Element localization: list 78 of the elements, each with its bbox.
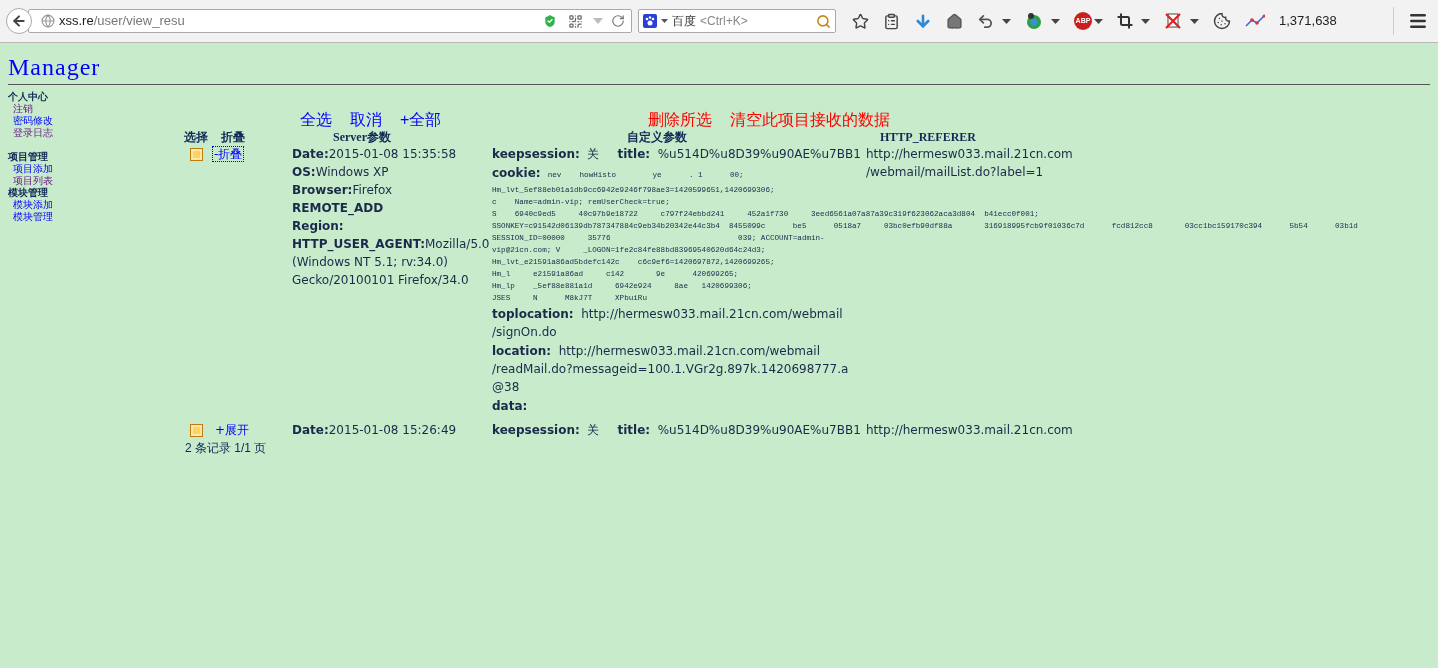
search-icon xyxy=(816,13,831,29)
column-header: 折叠 xyxy=(221,130,245,144)
toggle-link[interactable]: +展开 xyxy=(213,423,251,437)
dropdown-icon xyxy=(593,18,603,24)
custom-field: data: xyxy=(492,397,528,415)
custom-field: toplocation: http://hermesw033.mail.21cn.com/webmail xyxy=(492,305,843,323)
server-field: Date:2015-01-08 15:26:49 xyxy=(292,421,457,439)
referer-line: http://hermesw033.mail.21cn.com xyxy=(866,146,1073,163)
custom-field-line: @38 xyxy=(492,379,520,396)
sidebar-link[interactable]: 登录日志 xyxy=(13,127,53,138)
custom-field: keepsession: 关 xyxy=(492,145,600,163)
shield-icon xyxy=(542,13,558,29)
server-field-line: Gecko/20100101 Firefox/34.0 xyxy=(292,272,469,289)
referer-line: http://hermesw033.mail.21cn.com xyxy=(866,422,1073,439)
server-field: HTTP_USER_AGENT:Mozilla/5.0 xyxy=(292,235,490,253)
column-header: 选择 xyxy=(184,130,208,144)
sidebar-link[interactable]: 项目列表 xyxy=(13,175,53,186)
clipboard-icon[interactable] xyxy=(883,12,900,30)
field-label: cookie: xyxy=(492,165,541,182)
column-header: HTTP_REFERER xyxy=(880,130,976,144)
sidebar-heading: 个人中心 xyxy=(8,91,49,103)
column-header: Server参数 xyxy=(333,130,391,144)
caret-icon[interactable] xyxy=(1190,18,1199,24)
pagination-text: 2 条记录 1/1 页 xyxy=(184,440,268,457)
caret-icon[interactable] xyxy=(1002,18,1011,24)
sidebar-heading: 项目管理 xyxy=(8,151,49,163)
sidebar-heading: 模块管理 xyxy=(8,187,49,199)
back-button[interactable] xyxy=(6,8,32,34)
cookie-icon[interactable] xyxy=(1213,12,1231,30)
paw-icon xyxy=(643,14,657,28)
referer-line: /webmail/mailList.do?label=1 xyxy=(866,164,1044,181)
server-field: OS:Windows XP xyxy=(292,163,389,181)
caret-icon[interactable] xyxy=(1051,18,1060,24)
caret-icon[interactable] xyxy=(1141,18,1150,24)
custom-field: location: http://hermesw033.mail.21cn.com/webmail xyxy=(492,342,820,360)
checkbox[interactable] xyxy=(189,148,203,161)
chart-line-icon[interactable] xyxy=(1245,14,1265,28)
blocked-page-icon[interactable] xyxy=(1164,12,1182,30)
menu-icon[interactable] xyxy=(1408,11,1428,31)
checkbox[interactable] xyxy=(189,424,203,437)
server-field-line: (Windows NT 5.1; rv:34.0) xyxy=(292,254,448,271)
action-link[interactable]: +全部 xyxy=(400,111,442,129)
globe-icon[interactable] xyxy=(1025,12,1043,30)
toggle-link[interactable]: -折叠 xyxy=(213,147,244,161)
home-icon[interactable] xyxy=(946,12,963,30)
url-field[interactable]: xss.re/user/view_resu xyxy=(28,9,632,33)
server-field: Browser:Firefox xyxy=(292,181,393,199)
page-title: Manager xyxy=(8,53,102,81)
download-icon[interactable] xyxy=(914,12,932,30)
url-text: xss.re/user/view_resu xyxy=(59,12,185,31)
custom-field-line: /signOn.do xyxy=(492,324,557,341)
sidebar-link[interactable]: 项目添加 xyxy=(13,163,53,174)
sidebar-link[interactable]: 注销 xyxy=(13,103,33,114)
sidebar-link[interactable]: 密码修改 xyxy=(13,115,53,126)
reload-icon xyxy=(611,14,625,28)
search-engine-label: 百度 xyxy=(672,13,696,30)
sidebar-link[interactable]: 模块管理 xyxy=(13,211,53,222)
qr-code-icon xyxy=(568,13,583,29)
undo-icon[interactable] xyxy=(977,12,994,30)
server-field: Date:2015-01-08 15:35:58 xyxy=(292,145,457,163)
custom-field: keepsession: 关 xyxy=(492,421,600,439)
caret-icon xyxy=(661,19,668,23)
caret-icon[interactable] xyxy=(1094,18,1103,24)
sidebar-link[interactable]: 模块添加 xyxy=(13,199,53,210)
globe-icon xyxy=(41,14,55,28)
crop-icon[interactable] xyxy=(1117,13,1133,29)
server-field: REMOTE_ADD xyxy=(292,199,384,217)
search-field[interactable]: 百度 <Ctrl+K> xyxy=(638,9,836,33)
bookmark-star-icon[interactable] xyxy=(852,12,869,30)
server-field: Region: xyxy=(292,217,344,235)
custom-field-line: /readMail.do?messageid=100.1.VGr2g.897k.1420698777.a xyxy=(492,361,849,378)
custom-field: title: %u514D%u8D39%u90AE%u7BB1 xyxy=(617,145,861,163)
search-placeholder: <Ctrl+K> xyxy=(700,13,748,30)
action-link[interactable]: 全选 xyxy=(300,111,332,129)
counter-label: 1,371,638 xyxy=(1279,12,1337,31)
action-link[interactable]: 取消 xyxy=(350,111,382,129)
custom-field: title: %u514D%u8D39%u90AE%u7BB1 xyxy=(617,421,861,439)
column-header: 自定义参数 xyxy=(626,130,687,144)
